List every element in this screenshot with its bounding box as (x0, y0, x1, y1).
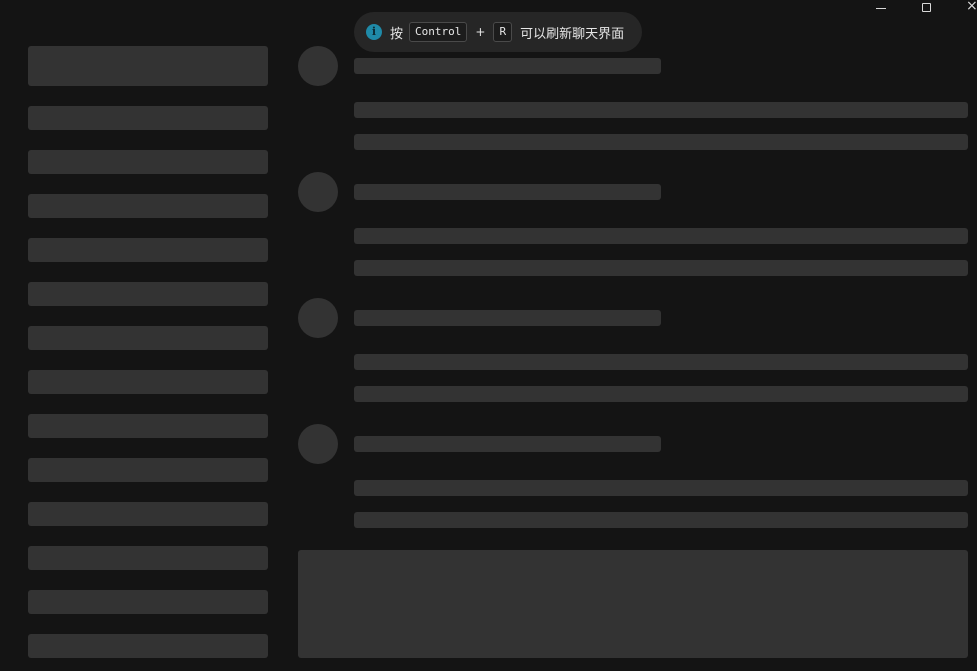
message-line-placeholder (354, 102, 968, 118)
avatar-placeholder (298, 172, 338, 212)
message-name-placeholder (354, 310, 661, 326)
sidebar-item-placeholder (28, 326, 268, 350)
key-plus: + (475, 25, 486, 39)
sidebar-item-placeholder (28, 238, 268, 262)
message-line-placeholder (354, 354, 968, 370)
sidebar-item-placeholder (28, 150, 268, 174)
message-input-placeholder (298, 550, 968, 658)
toast-suffix: 可以刷新聊天界面 (520, 26, 625, 42)
message-name-placeholder (354, 184, 661, 200)
sidebar-item-placeholder (28, 414, 268, 438)
sidebar-item-placeholder (28, 106, 268, 130)
message-name-placeholder (354, 58, 661, 74)
sidebar-item-placeholder (28, 502, 268, 526)
avatar-placeholder (298, 46, 338, 86)
minimize-icon[interactable] (876, 8, 886, 9)
sidebar-item-placeholder (28, 590, 268, 614)
sidebar-item-placeholder (28, 194, 268, 218)
info-icon: i (366, 24, 382, 40)
avatar-placeholder (298, 424, 338, 464)
sidebar-header-placeholder (28, 46, 268, 86)
maximize-icon[interactable] (922, 3, 931, 12)
message-line-placeholder (354, 386, 968, 402)
message-name-placeholder (354, 436, 661, 452)
message-line-placeholder (354, 512, 968, 528)
message-line-placeholder (354, 134, 968, 150)
close-icon[interactable]: × (966, 0, 977, 14)
key-control: Control (409, 22, 468, 42)
message-line-placeholder (354, 260, 968, 276)
app-window: × i 按 Control + R 可以刷新聊天界面 (0, 0, 977, 671)
sidebar-item-placeholder (28, 458, 268, 482)
toast-prefix: 按 (390, 26, 404, 42)
avatar-placeholder (298, 298, 338, 338)
refresh-hint-toast: i 按 Control + R 可以刷新聊天界面 (354, 12, 642, 52)
sidebar-item-placeholder (28, 370, 268, 394)
message-line-placeholder (354, 480, 968, 496)
sidebar-item-placeholder (28, 282, 268, 306)
sidebar-item-placeholder (28, 634, 268, 658)
sidebar-item-placeholder (28, 546, 268, 570)
message-line-placeholder (354, 228, 968, 244)
key-r: R (493, 22, 513, 42)
